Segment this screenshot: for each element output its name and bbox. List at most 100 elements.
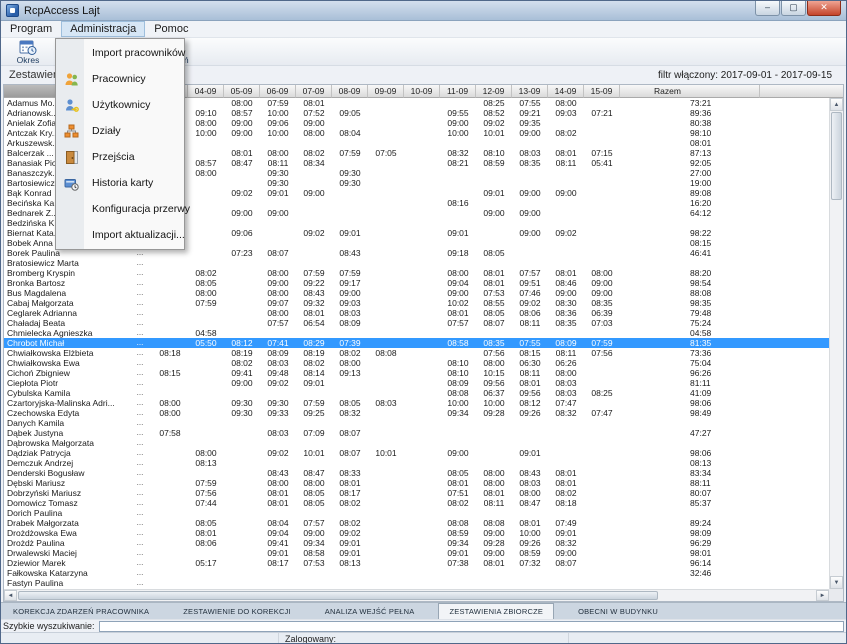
vertical-scroll-thumb[interactable]: [831, 112, 842, 200]
row-details-button[interactable]: ...: [128, 528, 152, 538]
table-row[interactable]: Ceglarek Adrianna...08:0008:0108:0308:01…: [4, 308, 829, 318]
table-row[interactable]: Drabek Małgorzata...08:0508:0407:5708:02…: [4, 518, 829, 528]
period-button[interactable]: Okres: [5, 39, 51, 65]
table-row[interactable]: Chmielecka Agnieszka...04:5804:58: [4, 328, 829, 338]
row-details-button[interactable]: ...: [128, 388, 152, 398]
table-row[interactable]: Chwiałkowska Elżbieta...08:1808:1908:090…: [4, 348, 829, 358]
column-header-14-09[interactable]: 14-09: [548, 85, 584, 98]
row-details-button[interactable]: ...: [128, 368, 152, 378]
row-details-button[interactable]: ...: [128, 258, 152, 268]
column-header-15-09[interactable]: 15-09: [584, 85, 620, 98]
table-row[interactable]: Dobrzyński Mariusz...07:5608:0108:0508:1…: [4, 488, 829, 498]
table-row[interactable]: Demczuk Andrzej...08:1308:13: [4, 458, 829, 468]
table-row[interactable]: Dorich Paulina...: [4, 508, 829, 518]
row-details-button[interactable]: ...: [128, 398, 152, 408]
row-details-button[interactable]: ...: [128, 348, 152, 358]
column-header-06-09[interactable]: 06-09: [260, 85, 296, 98]
table-row[interactable]: Bus Magdalena...08:0008:0008:4309:0009:0…: [4, 288, 829, 298]
admin-menu-item-import-pracownikow[interactable]: Import pracowników: [57, 40, 183, 66]
scroll-up-arrow-icon[interactable]: [830, 98, 843, 111]
column-header-razem[interactable]: Razem: [620, 85, 760, 98]
row-details-button[interactable]: ...: [128, 518, 152, 528]
row-details-button[interactable]: ...: [128, 448, 152, 458]
scroll-down-arrow-icon[interactable]: [830, 576, 843, 589]
admin-menu-item-przejscia[interactable]: Przejścia: [57, 144, 183, 170]
column-header-09-09[interactable]: 09-09: [368, 85, 404, 98]
column-header-13-09[interactable]: 13-09: [512, 85, 548, 98]
table-row[interactable]: Dąbek Justyna...07:5808:0307:0908:0747:2…: [4, 428, 829, 438]
row-details-button[interactable]: ...: [128, 558, 152, 568]
row-details-button[interactable]: ...: [128, 358, 152, 368]
bottom-tab-zestawienia-zbiorcze[interactable]: ZESTAWIENIA ZBIORCZE: [438, 603, 554, 619]
row-details-button[interactable]: ...: [128, 428, 152, 438]
table-row[interactable]: Danych Kamila...: [4, 418, 829, 428]
row-details-button[interactable]: ...: [128, 468, 152, 478]
row-details-button[interactable]: ...: [128, 298, 152, 308]
row-details-button[interactable]: ...: [128, 418, 152, 428]
admin-menu-item-pracownicy[interactable]: Pracownicy: [57, 66, 183, 92]
row-details-button[interactable]: ...: [128, 568, 152, 578]
table-row[interactable]: Dębski Mariusz...07:5908:0008:0008:0108:…: [4, 478, 829, 488]
column-header-05-09[interactable]: 05-09: [224, 85, 260, 98]
title-bar[interactable]: RcpAccess Lajt – ▢ ✕: [1, 1, 846, 21]
column-header-08-09[interactable]: 08-09: [332, 85, 368, 98]
table-row[interactable]: Dziewior Marek...05:1708:1707:5308:1307:…: [4, 558, 829, 568]
row-details-button[interactable]: ...: [128, 458, 152, 468]
vertical-scrollbar[interactable]: [829, 98, 843, 589]
table-row[interactable]: Czechowska Edyta...08:0009:3009:3309:250…: [4, 408, 829, 418]
scroll-right-arrow-icon[interactable]: [816, 590, 829, 601]
close-button-icon[interactable]: ✕: [807, 1, 841, 16]
row-details-button[interactable]: ...: [128, 378, 152, 388]
table-row[interactable]: Drwalewski Maciej...09:0108:5809:0109:01…: [4, 548, 829, 558]
row-details-button[interactable]: ...: [128, 478, 152, 488]
bottom-tab-zestawienie-do-korekcji[interactable]: ZESTAWIENIE DO KOREKCJI: [173, 603, 301, 619]
table-row[interactable]: Fałkowska Katarzyna...32:46: [4, 568, 829, 578]
row-details-button[interactable]: ...: [128, 538, 152, 548]
minimize-button-icon[interactable]: –: [755, 1, 780, 16]
table-row[interactable]: Chrobot Michał...05:5008:1207:4108:2907:…: [4, 338, 829, 348]
table-row[interactable]: Drożdż Paulina...08:0609:4109:3409:0109:…: [4, 538, 829, 548]
row-details-button[interactable]: ...: [128, 268, 152, 278]
admin-menu-item-konfiguracja-przerwy[interactable]: Konfiguracja przerwy: [57, 196, 183, 222]
table-row[interactable]: Denderski Bogusław...08:4308:4708:3308:0…: [4, 468, 829, 478]
bottom-tab-korekcja-zdarzen-pracownika[interactable]: KOREKCJA ZDARZEŃ PRACOWNIKA: [3, 603, 159, 619]
quick-search-input[interactable]: [99, 621, 844, 632]
table-row[interactable]: Czartoryjska-Malinska Adri......08:0009:…: [4, 398, 829, 408]
row-details-button[interactable]: ...: [128, 288, 152, 298]
admin-menu-item-import-aktualizacji[interactable]: Import aktualizacji...: [57, 222, 183, 248]
bottom-tab-analiza-wejsc-pelna[interactable]: ANALIZA WEJŚĆ PEŁNA: [315, 603, 425, 619]
scroll-left-arrow-icon[interactable]: [4, 590, 17, 601]
column-header-07-09[interactable]: 07-09: [296, 85, 332, 98]
row-details-button[interactable]: ...: [128, 338, 152, 348]
menubar-item-pomoc[interactable]: Pomoc: [145, 21, 197, 37]
row-details-button[interactable]: ...: [128, 488, 152, 498]
admin-menu-item-dzialy[interactable]: Działy: [57, 118, 183, 144]
column-header-10-09[interactable]: 10-09: [404, 85, 440, 98]
column-header-12-09[interactable]: 12-09: [476, 85, 512, 98]
row-details-button[interactable]: ...: [128, 278, 152, 288]
admin-menu-item-historia-karty[interactable]: Historia karty: [57, 170, 183, 196]
table-row[interactable]: Chwiałkowska Ewa...08:0208:0308:0208:000…: [4, 358, 829, 368]
bottom-tab-obecni-w-budynku[interactable]: OBECNI W BUDYNKU: [568, 603, 668, 619]
table-row[interactable]: Chaładaj Beata...07:5706:5408:0907:5708:…: [4, 318, 829, 328]
table-row[interactable]: Bromberg Kryspin...08:0208:0007:5907:590…: [4, 268, 829, 278]
horizontal-scrollbar[interactable]: [4, 589, 829, 601]
row-details-button[interactable]: ...: [128, 438, 152, 448]
row-details-button[interactable]: ...: [128, 308, 152, 318]
table-row[interactable]: Cabaj Małgorzata...07:5909:0709:3209:031…: [4, 298, 829, 308]
menubar-item-administracja[interactable]: Administracja: [61, 21, 145, 37]
row-details-button[interactable]: ...: [128, 328, 152, 338]
table-row[interactable]: Dądziak Patrycja...08:0009:0210:0108:071…: [4, 448, 829, 458]
table-row[interactable]: Fastyn Paulina...: [4, 578, 829, 588]
row-details-button[interactable]: ...: [128, 548, 152, 558]
menubar-item-program[interactable]: Program: [1, 21, 61, 37]
table-row[interactable]: Bratosiewicz Marta...: [4, 258, 829, 268]
table-row[interactable]: Cichoń Zbigniew...08:1509:4109:4808:1409…: [4, 368, 829, 378]
table-row[interactable]: Cybulska Kamila...08:0806:3709:5608:0308…: [4, 388, 829, 398]
table-row[interactable]: Bronka Bartosz...08:0509:0009:2209:1709:…: [4, 278, 829, 288]
row-details-button[interactable]: ...: [128, 498, 152, 508]
row-details-button[interactable]: ...: [128, 408, 152, 418]
table-row[interactable]: Dąbrowska Małgorzata...: [4, 438, 829, 448]
row-details-button[interactable]: ...: [128, 318, 152, 328]
row-details-button[interactable]: ...: [128, 578, 152, 588]
